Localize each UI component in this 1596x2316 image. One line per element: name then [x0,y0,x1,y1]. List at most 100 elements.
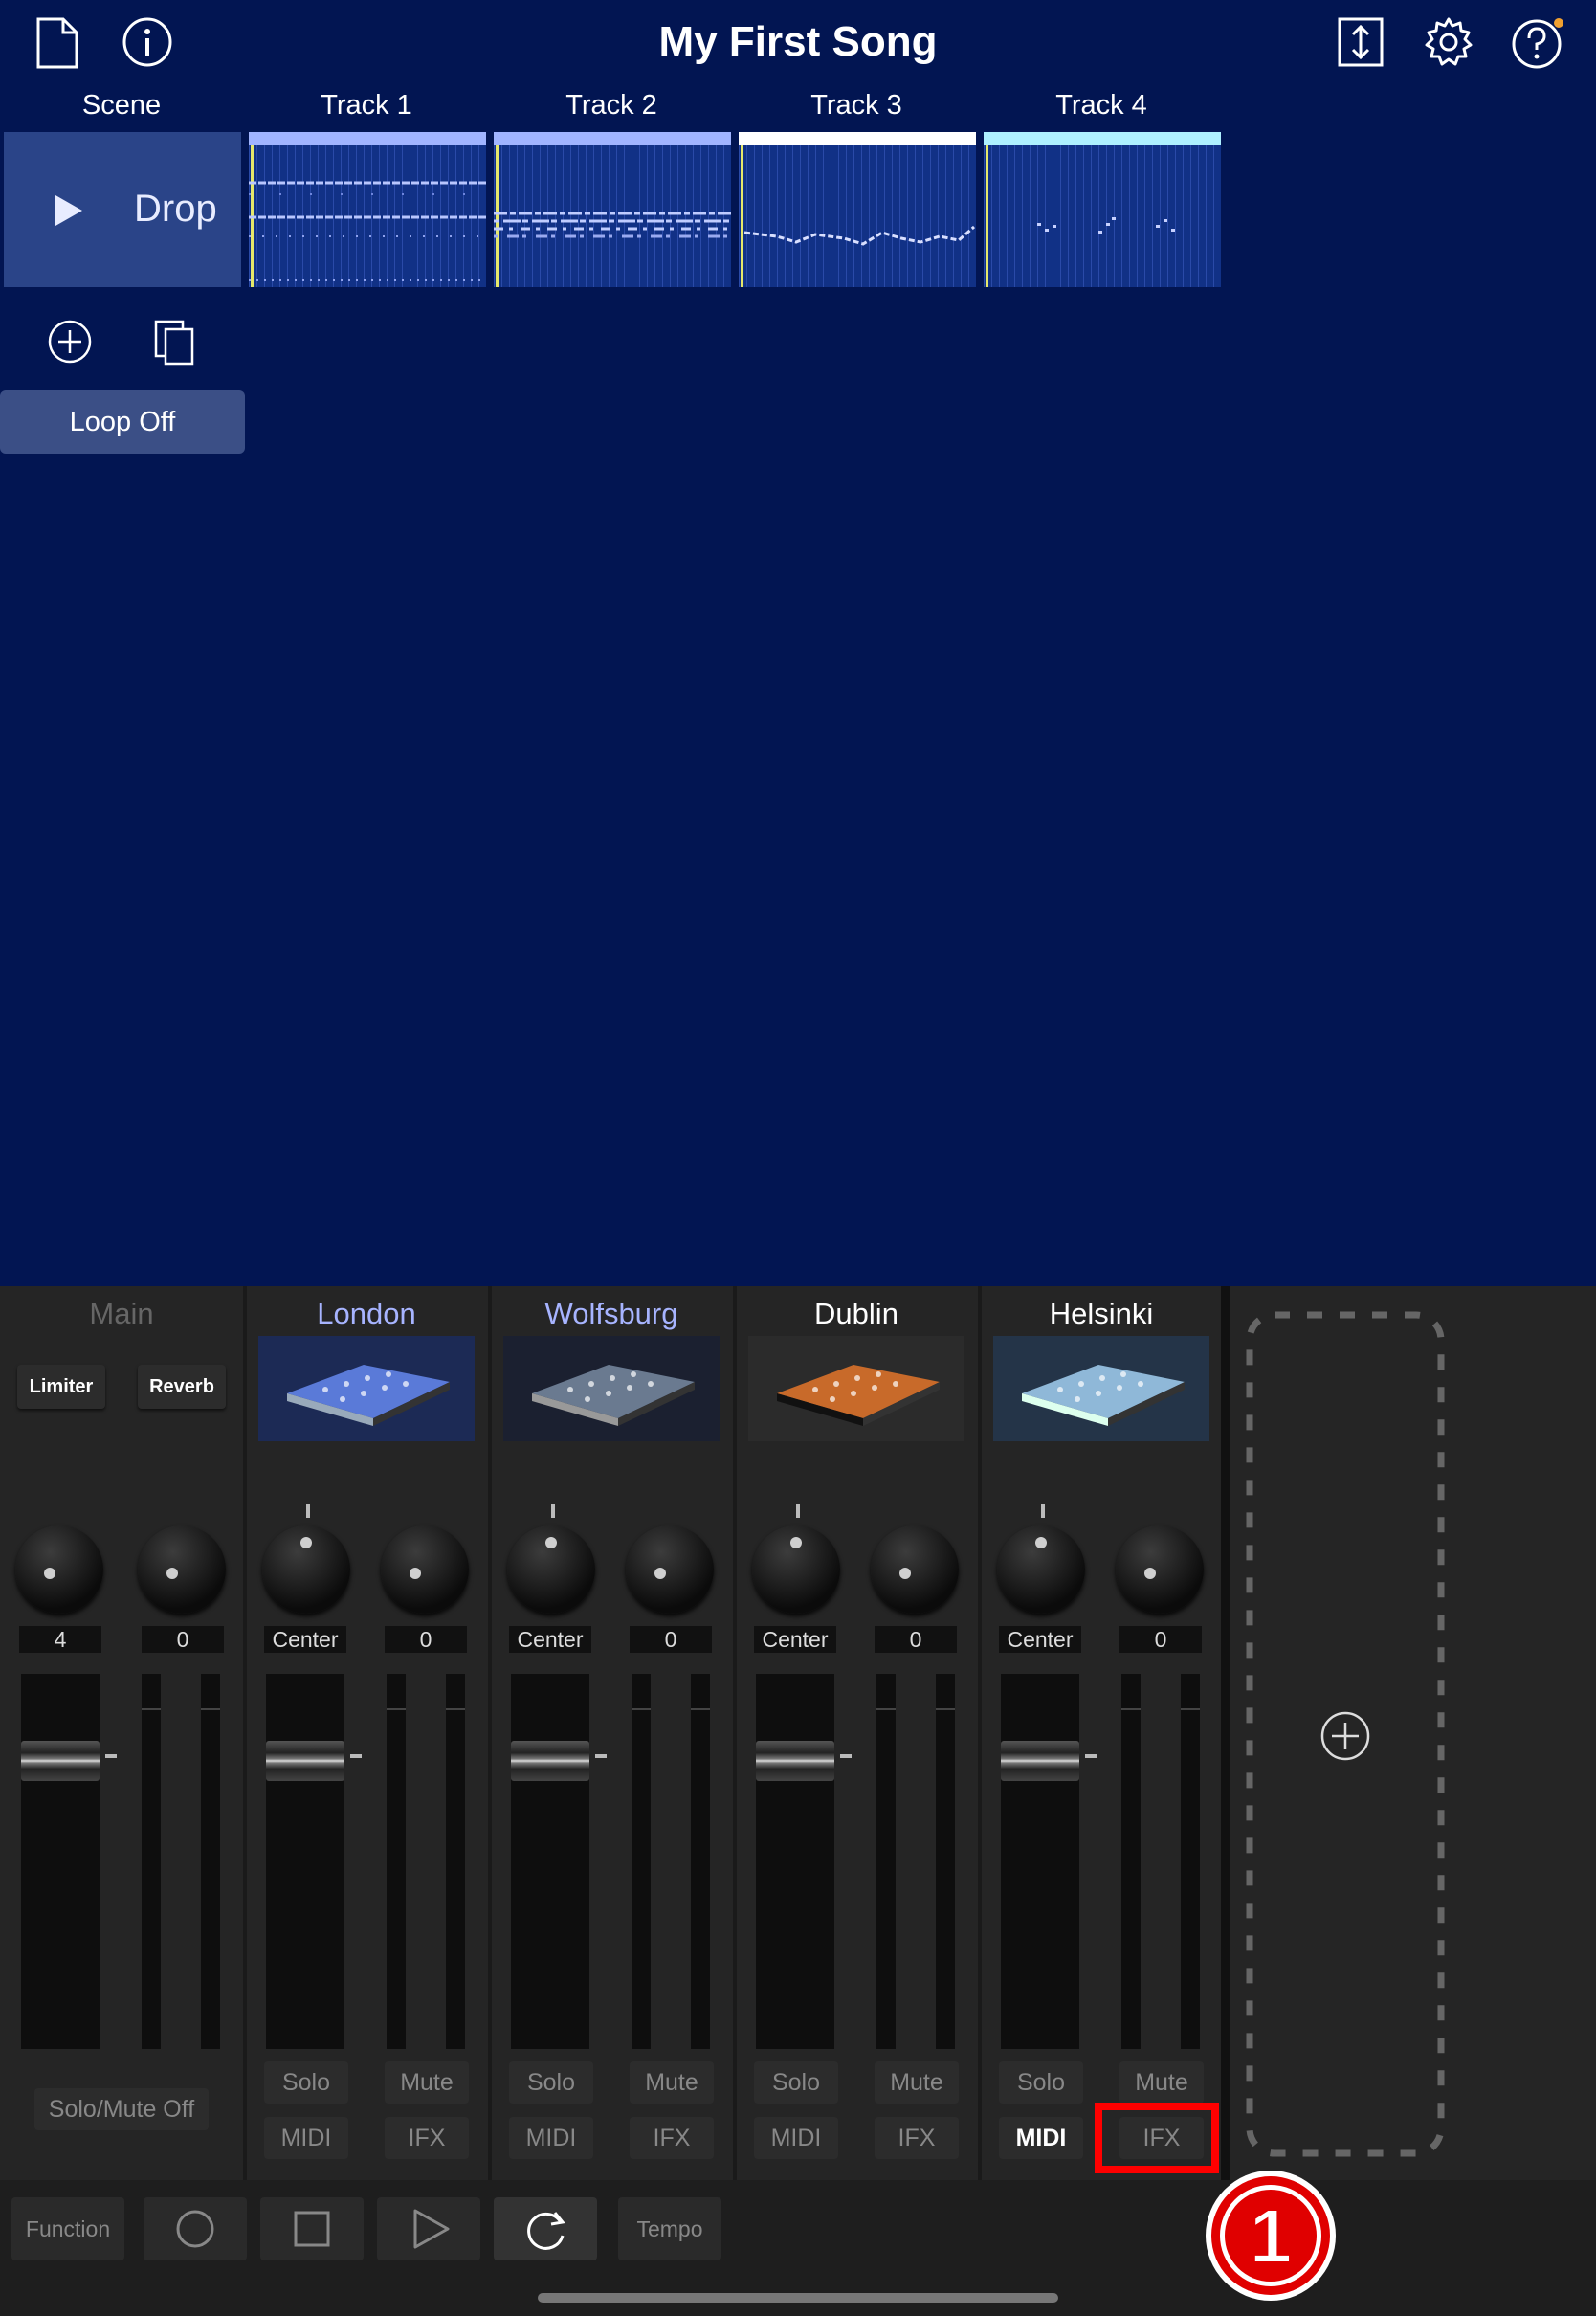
clip-notes-track-2 [494,145,731,287]
channel-strip-london: London Center 0 Solo Mute MIDI IFX [245,1286,488,2180]
send-knob[interactable] [381,1525,469,1614]
mute-button[interactable]: Mute [875,2061,959,2104]
clip-color-bar [739,132,976,145]
pan-knob[interactable] [262,1525,350,1614]
midi-button[interactable]: MIDI [999,2117,1083,2159]
volume-fader-handle[interactable] [756,1741,834,1781]
pan-knob[interactable] [997,1525,1085,1614]
ifx-button[interactable]: IFX [630,2117,714,2159]
volume-fader-handle[interactable] [511,1741,589,1781]
volume-fader-handle[interactable] [1001,1741,1079,1781]
volume-fader-track[interactable] [756,1674,834,2049]
main-reverb-knob[interactable] [138,1525,226,1614]
level-meter-right [1181,1674,1200,2049]
solo-button[interactable]: Solo [509,2061,593,2104]
level-meter-left [876,1674,896,2049]
track-2-header[interactable]: Track 2 [494,88,729,122]
reverb-button[interactable]: Reverb [138,1365,226,1409]
send-knob[interactable] [1116,1525,1204,1614]
main-strip: Main Limiter Reverb 4 0 Solo/Mute Off [0,1286,243,2180]
volume-fader-track[interactable] [266,1674,344,2049]
instrument-thumbnail[interactable] [748,1336,964,1441]
settings-gear-icon[interactable] [1420,13,1477,71]
clip-notes-track-3 [739,145,976,287]
instrument-thumbnail[interactable] [503,1336,720,1441]
pan-value: Center [999,1626,1081,1653]
ifx-button[interactable]: IFX [875,2117,959,2159]
level-meter-left [387,1674,406,2049]
duplicate-scene-icon[interactable] [151,318,199,366]
level-meter-right [691,1674,710,2049]
pan-value: Center [264,1626,346,1653]
clip-color-bar [494,132,731,145]
scene-name: Drop [134,188,217,230]
send-knob[interactable] [626,1525,714,1614]
clip-track-3[interactable] [739,132,976,287]
instrument-thumbnail[interactable] [993,1336,1209,1441]
main-value-2: 0 [142,1626,224,1653]
fader-notch [840,1754,852,1758]
midi-button[interactable]: MIDI [509,2117,593,2159]
channel-name[interactable]: Dublin [735,1296,978,1332]
track-4-header[interactable]: Track 4 [984,88,1219,122]
pan-knob-tick [306,1504,310,1518]
send-knob[interactable] [871,1525,959,1614]
channel-name[interactable]: London [245,1296,488,1332]
channel-strip-helsinki: Helsinki Center 0 Solo Mute MIDI IFX [980,1286,1223,2180]
pan-knob[interactable] [752,1525,840,1614]
play-scene-icon[interactable] [54,195,84,231]
clip-track-1[interactable] [249,132,486,287]
help-icon[interactable] [1508,13,1565,71]
main-value-1: 4 [19,1626,101,1653]
midi-button[interactable]: MIDI [264,2117,348,2159]
pan-knob-tick [796,1504,800,1518]
volume-fader-track[interactable] [1001,1674,1079,2049]
midi-button[interactable]: MIDI [754,2117,838,2159]
solo-button[interactable]: Solo [999,2061,1083,2104]
add-track-icon[interactable] [1319,1710,1371,1762]
solo-button[interactable]: Solo [264,2061,348,2104]
home-indicator [538,2293,1058,2303]
scene-drop[interactable]: Drop [4,132,241,287]
arranger-area: My First Song Scene Track 1 Track 2 Trac… [0,0,1596,1286]
solo-button[interactable]: Solo [754,2061,838,2104]
level-meter-right [446,1674,465,2049]
main-fader-track[interactable] [21,1674,100,2049]
add-scene-icon[interactable] [46,318,94,366]
channel-name[interactable]: Wolfsburg [490,1296,733,1332]
clip-track-4[interactable] [984,132,1221,287]
channel-name[interactable]: Helsinki [980,1296,1223,1332]
loop-toggle-button[interactable]: Loop Off [0,390,245,454]
pan-knob[interactable] [507,1525,595,1614]
clip-notes-track-4 [984,145,1221,287]
clip-track-2[interactable] [494,132,731,287]
volume-fader-track[interactable] [511,1674,589,2049]
mute-button[interactable]: Mute [630,2061,714,2104]
main-fader-handle[interactable] [21,1741,100,1781]
track-1-header[interactable]: Track 1 [249,88,484,122]
instrument-thumbnail[interactable] [258,1336,475,1441]
solo-mute-off-button[interactable]: Solo/Mute Off [34,2088,209,2130]
limiter-button[interactable]: Limiter [17,1365,105,1409]
mute-button[interactable]: Mute [385,2061,469,2104]
function-button[interactable]: Function [11,2197,124,2260]
loop-button[interactable] [494,2197,597,2260]
import-export-icon[interactable] [1332,13,1389,71]
level-meter-left [632,1674,651,2049]
play-button[interactable] [377,2197,480,2260]
stop-button[interactable] [260,2197,364,2260]
mute-button[interactable]: Mute [1119,2061,1204,2104]
fader-notch [595,1754,607,1758]
pan-value: Center [509,1626,591,1653]
main-volume-knob[interactable] [15,1525,103,1614]
mixer-divider [1221,1286,1230,2180]
annotation-number: 1 [1250,2194,1293,2279]
tempo-button[interactable]: Tempo [618,2197,721,2260]
volume-fader-handle[interactable] [266,1741,344,1781]
ifx-button[interactable]: IFX [385,2117,469,2159]
record-button[interactable] [144,2197,247,2260]
track-3-header[interactable]: Track 3 [739,88,974,122]
level-meter-right [936,1674,955,2049]
send-value: 0 [1119,1626,1202,1653]
loop-icon [527,2212,565,2250]
